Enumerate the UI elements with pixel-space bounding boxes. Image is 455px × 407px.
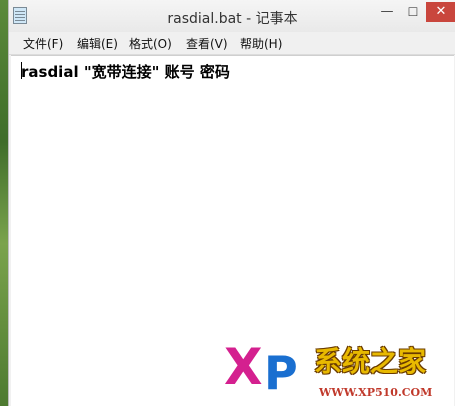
close-button[interactable]: ✕: [426, 2, 455, 22]
title-bar[interactable]: rasdial.bat - 记事本 — ☐ ✕: [9, 0, 455, 32]
menu-bar: 文件(F) 编辑(E) 格式(O) 查看(V) 帮助(H): [9, 32, 455, 55]
watermark-logo-p: P: [264, 346, 298, 400]
site-watermark: X P 系统之家 WWW.XP510.COM: [224, 340, 449, 406]
minimize-button[interactable]: —: [374, 2, 400, 22]
watermark-url: WWW.XP510.COM: [319, 386, 433, 399]
menu-edit[interactable]: 编辑(E): [77, 35, 118, 52]
watermark-site-name: 系统之家: [314, 345, 427, 378]
menu-view[interactable]: 查看(V): [186, 35, 228, 52]
menu-format[interactable]: 格式(O): [129, 35, 172, 52]
editor-content: rasdial "宽带连接" 账号 密码: [21, 63, 230, 81]
maximize-button[interactable]: ☐: [400, 2, 426, 22]
watermark-logo-x: X: [224, 338, 263, 396]
menu-file[interactable]: 文件(F): [23, 35, 63, 52]
menu-help[interactable]: 帮助(H): [240, 35, 282, 52]
